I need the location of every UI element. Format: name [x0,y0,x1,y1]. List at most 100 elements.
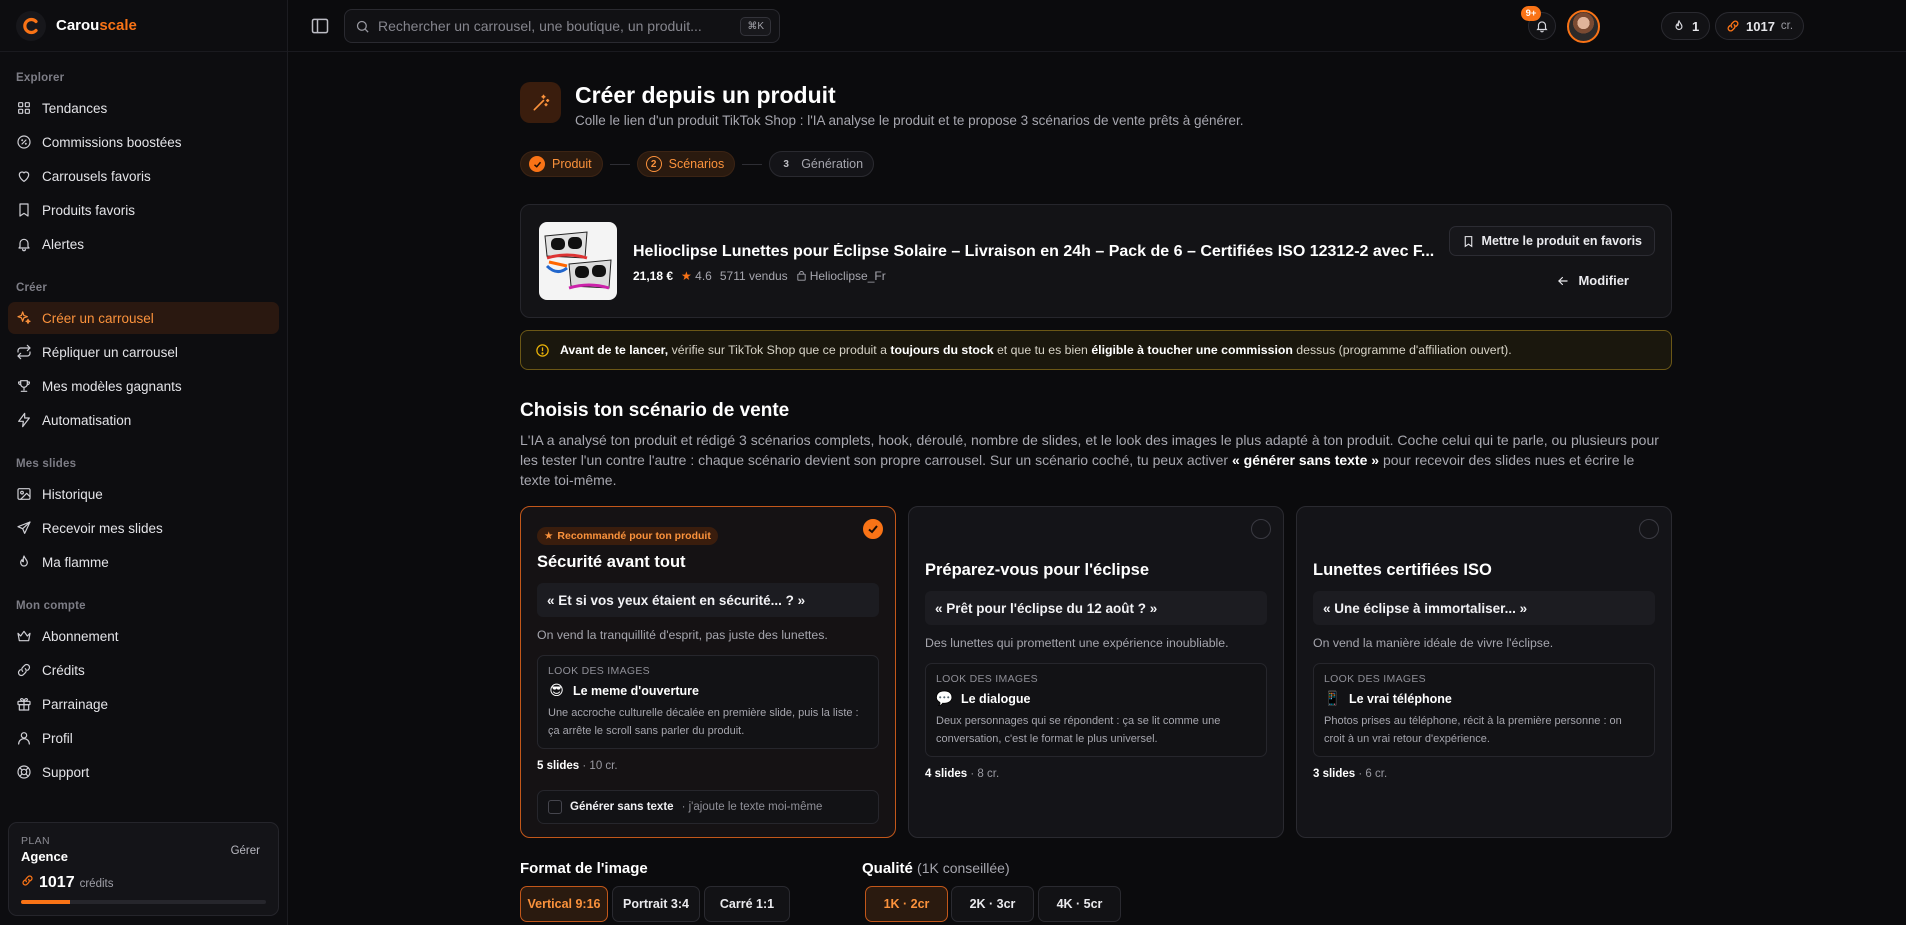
credits-pill[interactable]: 1017 cr. [1715,12,1805,40]
sidebar-item-label: Commissions boostées [42,134,182,150]
sidebar-nav: Explorer Tendances Commissions boostées Car… [0,52,287,788]
brand-logo-icon [16,10,46,41]
magic-wand-icon [520,82,561,123]
trophy-icon [17,380,31,392]
heart-icon [18,171,30,182]
scenario-checkbox[interactable] [1639,519,1659,539]
scenario-checkbox[interactable] [1251,519,1271,539]
scenario-card[interactable]: Lunettes certifiées ISO « Une éclipse à i… [1296,506,1672,838]
step-number: 3 [783,158,789,170]
quality-option[interactable]: 4K · 5cr [1038,886,1121,922]
sidebar-item-tendances[interactable]: Tendances [8,92,279,124]
step-done[interactable]: Produit [520,151,603,177]
notifications-badge: 9+ [1521,6,1541,21]
sidebar-toggle-icon[interactable] [310,16,330,36]
look-emoji-icon: 😎 [549,682,564,698]
brand[interactable]: Carouscale [0,0,287,52]
scenarios-title: Choisis ton scénario de vente [520,400,790,421]
sidebar-item-parrainage[interactable]: Parrainage [8,688,279,720]
quality-option[interactable]: 1K · 2cr [865,886,948,922]
scenario-description: On vend la tranquillité d'esprit, pas ju… [537,628,828,642]
sidebar-item-label: Créer un carrousel [42,310,154,326]
format-option[interactable]: Portrait 3:4 [612,886,700,922]
sidebar: Carouscale Explorer Tendances Commissions … [0,0,288,925]
nav-section-title: Mes slides [16,458,77,470]
percent-icon [17,135,31,149]
scenario-description: Des lunettes qui promettent une expérien… [925,636,1229,650]
plan-manage-link[interactable]: Gérer [231,845,260,857]
scenario-description: On vend la manière idéale de vivre l'écl… [1313,636,1554,650]
sidebar-item-alertes[interactable]: Alertes [8,228,279,260]
sidebar-item-repliquer-un-carrousel[interactable]: Répliquer un carrousel [8,336,279,368]
sidebar-item-automatisation[interactable]: Automatisation [8,404,279,436]
coins-icon [22,875,33,886]
scenario-hook: « Prêt pour l'éclipse du 12 août ? » [925,591,1267,625]
product-sold: 5711 vendus [719,269,788,283]
sidebar-item-abonnement[interactable]: Abonnement [8,620,279,652]
sidebar-item-label: Mes modèles gagnants [42,378,182,394]
sidebar-item-profil[interactable]: Profil [8,722,279,754]
sidebar-item-recevoir-mes-slides[interactable]: Recevoir mes slides [8,512,279,544]
sidebar-item-label: Support [42,764,90,780]
image-look-box: LOOK DES IMAGES 💬 Le dialogue Deux person… [925,663,1267,757]
sidebar-item-carrousels-favoris[interactable]: Carrousels favoris [8,160,279,192]
scenario-hook: « Et si vos yeux étaient en sécurité... … [537,583,879,617]
no-text-toggle[interactable]: Générer sans texte · j'ajoute le texte m… [537,790,879,824]
avatar[interactable] [1567,10,1600,43]
plan-usage-fill [21,900,70,904]
sidebar-item-label: Historique [42,486,103,502]
step-label: Scénarios [668,157,725,171]
sidebar-item-label: Abonnement [42,628,119,644]
nav-section-title: Créer [16,282,48,294]
product-title: Helioclipse Lunettes pour Éclipse Solair… [633,243,1435,260]
plan-card: PLAN Agence Gérer 1017 crédits [8,822,279,916]
brand-name: Carouscale [56,17,137,34]
scenario-card[interactable]: ★ Recommandé pour ton produit Sécurité ava… [520,506,896,838]
step-separator [609,163,630,165]
plan-credits: 1017 crédits [21,874,266,892]
image-look-label: LOOK DES IMAGES [548,665,650,677]
check-icon [868,525,878,534]
step-current[interactable]: 2 Scénarios [636,151,736,177]
image-look-name: 😎 Le meme d'ouverture [549,682,699,698]
search-bar[interactable]: ⌘K [344,9,780,43]
scenario-checkbox[interactable] [863,519,883,539]
page-subtitle: Colle le lien d'un produit TikTok Shop :… [575,113,1244,128]
sidebar-item-label: Parrainage [42,696,109,712]
scenario-card[interactable]: Préparez-vous pour l'éclipse « Prêt pour … [908,506,1284,838]
format-option[interactable]: Carré 1:1 [704,886,790,922]
format-label: Format de l'image [520,860,648,877]
sparkles-icon [17,311,31,324]
sidebar-item-historique[interactable]: Historique [8,478,279,510]
quality-option[interactable]: 2K · 3cr [951,886,1034,922]
sidebar-item-commissions-boostees[interactable]: Commissions boostées [8,126,279,158]
sidebar-item-credits[interactable]: Crédits [8,654,279,686]
scenario-hook: « Une éclipse à immortaliser... » [1313,591,1655,625]
streak-pill[interactable]: 1 [1661,12,1711,40]
sidebar-item-ma-flamme[interactable]: Ma flamme [8,546,279,578]
product-card: Helioclipse Lunettes pour Éclipse Solair… [520,204,1672,318]
favorite-product-button[interactable]: Mettre le produit en favoris [1448,226,1655,256]
stock-warning-alert: Avant de te lancer, vérifie sur TikTok S… [520,330,1672,370]
image-look-box: LOOK DES IMAGES 📱 Le vrai téléphone Photo… [1313,663,1655,757]
sidebar-item-mes-modeles-gagnants[interactable]: Mes modèles gagnants [8,370,279,402]
image-look-text: Une accroche culturelle décalée en premi… [548,707,859,737]
sidebar-item-creer-un-carrousel[interactable]: Créer un carrousel [8,302,279,334]
plan-usage-bar [21,900,266,904]
bookmark-icon [1464,235,1472,247]
product-meta: 21,18 € ★ 4.6 5711 vendus Helioclipse_Fr [633,269,886,283]
format-option[interactable]: Vertical 9:16 [520,886,608,922]
search-input[interactable] [378,18,758,34]
arrow-left-icon [1558,276,1569,285]
edit-product-button[interactable]: Modifier [1556,273,1629,288]
sidebar-item-label: Ma flamme [42,554,109,570]
step-separator [742,163,763,165]
sidebar-item-support[interactable]: Support [8,756,279,788]
stepper: Produit 2 Scénarios 3 Génération [520,151,875,177]
sidebar-item-produits-favoris[interactable]: Produits favoris [8,194,279,226]
step-todo[interactable]: 3 Génération [769,151,875,177]
page-title: Créer depuis un produit [575,82,836,108]
scenario-slides: 3 slides · 6 cr. [1313,768,1388,780]
user-icon [18,732,30,745]
checkbox[interactable] [548,800,562,814]
